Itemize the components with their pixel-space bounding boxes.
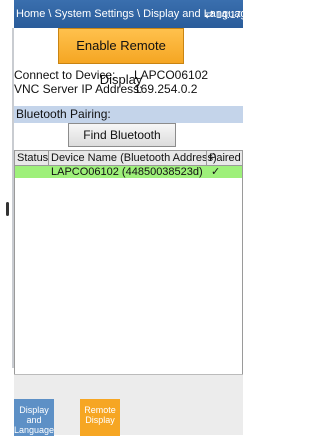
arrows-icon: ⇄ — [204, 9, 214, 21]
connect-device-row: Connect to Device: LAPCO06102 — [14, 68, 243, 83]
column-paired[interactable]: Paired — [209, 152, 241, 164]
connect-device-label: Connect to Device: — [14, 68, 116, 82]
tab-label-line2: Display — [85, 415, 115, 425]
vnc-ip-value: 169.254.0.2 — [134, 82, 198, 96]
bluetooth-device-table[interactable]: Status Device Name (Bluetooth Address) P… — [14, 150, 243, 375]
status-clock: ⇄ 14:17 — [205, 8, 241, 21]
tab-label-line2: Language — [14, 425, 55, 435]
table-row[interactable]: LAPCO06102 (44850038523d) ✓ — [15, 166, 242, 178]
vnc-ip-row: VNC Server IP Address: 169.254.0.2 — [14, 82, 243, 97]
table-header: Status Device Name (Bluetooth Address) P… — [15, 151, 242, 166]
tab-remote-display[interactable]: Remote Display — [80, 399, 120, 436]
row-device-name: LAPCO06102 (44850038523d) — [51, 166, 203, 178]
find-bluetooth-devices-button[interactable]: Find Bluetooth Devices — [68, 123, 176, 164]
paired-check-icon: ✓ — [211, 166, 221, 178]
bottom-tab-bar: Display and Language Remote Display — [14, 374, 243, 436]
column-status[interactable]: Status — [17, 152, 48, 164]
bluetooth-section-title: Bluetooth Pairing: — [14, 106, 243, 123]
column-divider — [206, 151, 207, 165]
column-device-name[interactable]: Device Name (Bluetooth Address) — [51, 152, 217, 164]
side-handle-mark — [6, 202, 9, 216]
tab-label-line1: Remote — [84, 405, 116, 415]
column-divider — [48, 151, 49, 165]
vnc-ip-label: VNC Server IP Address: — [14, 82, 143, 96]
left-frame — [0, 0, 14, 435]
tab-label-line1: Display and — [19, 405, 49, 425]
enable-remote-display-button[interactable]: Enable Remote Display — [58, 28, 184, 87]
connect-device-value: LAPCO06102 — [134, 68, 209, 82]
title-bar: Home \ System Settings \ Display and Lan… — [14, 0, 253, 28]
time-label: 14:17 — [215, 10, 241, 21]
tab-display-and-language[interactable]: Display and Language — [14, 399, 54, 436]
